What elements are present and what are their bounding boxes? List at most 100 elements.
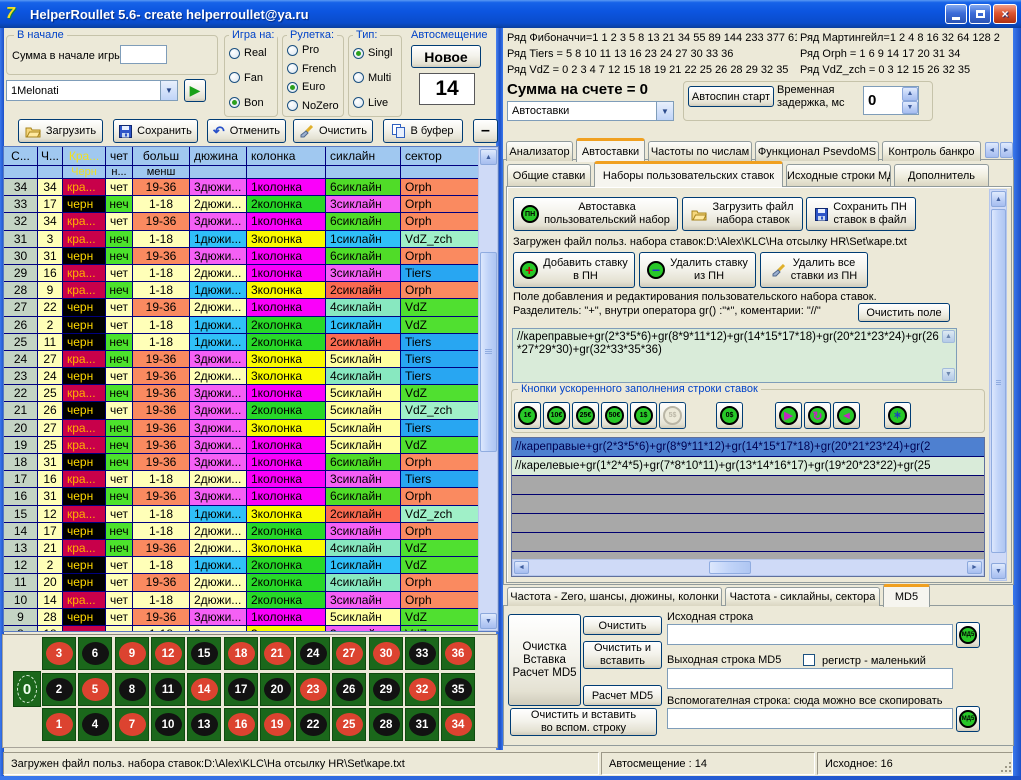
bet-list-empty-row[interactable] [512, 476, 984, 495]
scroll-down-icon[interactable]: ▼ [942, 368, 955, 381]
board-cell-30[interactable]: 30 [369, 637, 403, 670]
md5-calc-button[interactable]: Расчет MD5 [583, 685, 662, 706]
scroll-right-icon[interactable]: ► [967, 561, 982, 574]
radio-option-Multi[interactable]: Multi [353, 72, 399, 84]
md5-clear-paste-calc-button[interactable]: ОчисткаВставкаРасчет MD5 [508, 614, 581, 706]
board-cell-25[interactable]: 25 [332, 708, 366, 741]
table-row[interactable]: 818кра...чет1-182дюжи...3колонка3сиклайн… [4, 626, 498, 632]
scrollbar-thumb[interactable] [480, 252, 497, 452]
board-cell-11[interactable]: 11 [151, 673, 185, 706]
board-cell-6[interactable]: 6 [78, 637, 112, 670]
radio-icon[interactable] [353, 97, 364, 108]
toolbar-buffer-button[interactable]: В буфер [383, 119, 463, 143]
maximize-button[interactable] [969, 4, 991, 24]
table-row[interactable]: 1631черннеч19-363дюжи...1колонка6сиклайн… [4, 488, 498, 505]
toolbar-minus-button[interactable]: – [473, 119, 498, 143]
board-cell-2[interactable]: 2 [42, 673, 76, 706]
radio-icon[interactable] [229, 48, 240, 59]
tab-sub-1[interactable]: Наборы пользовательских ставок [594, 161, 783, 187]
board-cell-10[interactable]: 10 [151, 708, 185, 741]
radio-option-Bon[interactable]: Bon [229, 97, 275, 109]
user-set-button-2[interactable]: Сохранить ПНставок в файл [806, 197, 916, 231]
table-row[interactable]: 2324чернчет19-362дюжи...3колонка4сиклайн… [4, 368, 498, 385]
quick-bet-10€-button[interactable]: 10€ [543, 402, 570, 429]
tab-main-2[interactable]: Частоты по числам [648, 141, 752, 161]
resize-grip[interactable] [1001, 762, 1013, 774]
board-cell-8[interactable]: 8 [115, 673, 149, 706]
board-cell-7[interactable]: 7 [115, 708, 149, 741]
run-strategy-button[interactable]: ▶ [184, 79, 206, 102]
tab-scroll-right-icon[interactable]: ► [1000, 142, 1014, 158]
strategy-combobox[interactable]: 1Melonati ▼ [6, 80, 178, 101]
table-row[interactable]: 313кра...неч1-181дюжи...3колонка1сиклайн… [4, 231, 498, 248]
board-cell-13[interactable]: 13 [187, 708, 221, 741]
board-cell-18[interactable]: 18 [224, 637, 258, 670]
radio-icon[interactable] [353, 72, 364, 83]
close-button[interactable]: × [993, 4, 1017, 24]
bet-list-item[interactable]: //кареправые+gr(2*3*5*6)+gr(8*9*11*12)+g… [512, 438, 984, 457]
chevron-down-icon[interactable]: ▼ [160, 81, 177, 100]
bet-list-item[interactable]: //карелевые+gr(1*2*4*5)+gr(7*8*10*11)+gr… [512, 457, 984, 476]
md5-output-input[interactable] [667, 668, 953, 689]
table-row[interactable]: 3317черннеч1-182дюжи...2колонка3сиклайнO… [4, 196, 498, 213]
md5-source-input[interactable] [667, 624, 953, 645]
tab-sub-0[interactable]: Общие ставки [507, 164, 591, 186]
scrollbar-thumb[interactable] [709, 561, 751, 574]
md5-clear-and-paste-button[interactable]: Очистить ивставить [583, 641, 662, 669]
board-cell-33[interactable]: 33 [405, 637, 439, 670]
register-checkbox[interactable] [803, 654, 815, 666]
board-cell-27[interactable]: 27 [332, 637, 366, 670]
radio-option-Fan[interactable]: Fan [229, 72, 275, 84]
quick-back-arrow-button[interactable]: ◄ [833, 402, 860, 429]
quick-dice-button[interactable]: ∗ [884, 402, 911, 429]
bet-edit-textarea[interactable]: //кареправые+gr(2*3*5*6)+gr(8*9*11*12)+g… [512, 328, 957, 383]
table-row[interactable]: 1925кра...неч19-363дюжи...1колонка5сикла… [4, 437, 498, 454]
board-cell-36[interactable]: 36 [441, 637, 475, 670]
table-row[interactable]: 1014кра...чет1-182дюжи...2колонка3сиклай… [4, 592, 498, 609]
scroll-left-icon[interactable]: ◄ [514, 561, 529, 574]
tab-main-1[interactable]: Автоставки [576, 138, 645, 162]
board-cell-9[interactable]: 9 [115, 637, 149, 670]
title-bar[interactable]: 7 HelperRoullet 5.6- create helperroulle… [0, 0, 1021, 28]
bet-list[interactable]: //кареправые+gr(2*3*5*6)+gr(8*9*11*12)+g… [511, 437, 985, 577]
scrollbar-thumb[interactable] [991, 209, 1006, 553]
md5-aux-input[interactable] [667, 708, 953, 729]
minimize-button[interactable] [945, 4, 967, 24]
board-cell-26[interactable]: 26 [332, 673, 366, 706]
radio-option-Euro[interactable]: Euro [287, 81, 341, 93]
board-cell-29[interactable]: 29 [369, 673, 403, 706]
md5-clear-button[interactable]: Очистить [583, 616, 662, 635]
radio-option-Singl[interactable]: Singl [353, 47, 399, 59]
board-cell-3[interactable]: 3 [42, 637, 76, 670]
table-row[interactable]: 3234кра...чет19-363дюжи...1колонка6сикла… [4, 213, 498, 230]
radio-icon[interactable] [287, 100, 298, 111]
autobets-combobox[interactable]: Автоставки ▼ [507, 101, 674, 121]
table-row[interactable]: 3434кра...чет19-363дюжи...1колонка6сикла… [4, 179, 498, 196]
board-cell-12[interactable]: 12 [151, 637, 185, 670]
table-row[interactable]: 1120чернчет19-362дюжи...2колонка4сиклайн… [4, 574, 498, 591]
quick-bet-25€-button[interactable]: 25€ [572, 402, 599, 429]
radio-option-Real[interactable]: Real [229, 47, 275, 59]
user-bets-scrollbar[interactable]: ▲ ▼ [989, 189, 1007, 581]
table-row[interactable]: 122чернчет1-181дюжи...2колонка1сиклайнVd… [4, 557, 498, 574]
scroll-up-icon[interactable]: ▲ [942, 330, 955, 343]
chevron-down-icon[interactable]: ▼ [656, 102, 673, 120]
bet-list-hscrollbar[interactable]: ◄ ► [512, 559, 984, 576]
radio-icon[interactable] [353, 48, 364, 59]
board-cell-24[interactable]: 24 [296, 637, 330, 670]
toolbar-clear-button[interactable]: Очистить [293, 119, 373, 143]
tab-main-4[interactable]: Контроль банкро [882, 141, 981, 161]
start-sum-input[interactable] [120, 45, 167, 64]
board-cell-5[interactable]: 5 [78, 673, 112, 706]
delay-spinner[interactable]: 0 ▲ ▼ [863, 86, 919, 115]
edit-set-button-1[interactable]: −Удалить ставкуиз ПН [639, 252, 756, 288]
md5-aux-run-button[interactable]: МД5 [956, 706, 980, 732]
table-row[interactable]: 1512кра...чет1-181дюжи...3колонка2сиклай… [4, 506, 498, 523]
board-cell-15[interactable]: 15 [187, 637, 221, 670]
tab-md5-2[interactable]: MD5 [883, 584, 930, 607]
quick-refresh-button[interactable]: ↻ [804, 402, 831, 429]
table-row[interactable]: 1831черннеч19-363дюжи...1колонка6сиклайн… [4, 454, 498, 471]
board-cell-35[interactable]: 35 [441, 673, 475, 706]
tab-main-0[interactable]: Анализатор [506, 141, 573, 161]
quick-bet-1$-button[interactable]: 1$ [630, 402, 657, 429]
